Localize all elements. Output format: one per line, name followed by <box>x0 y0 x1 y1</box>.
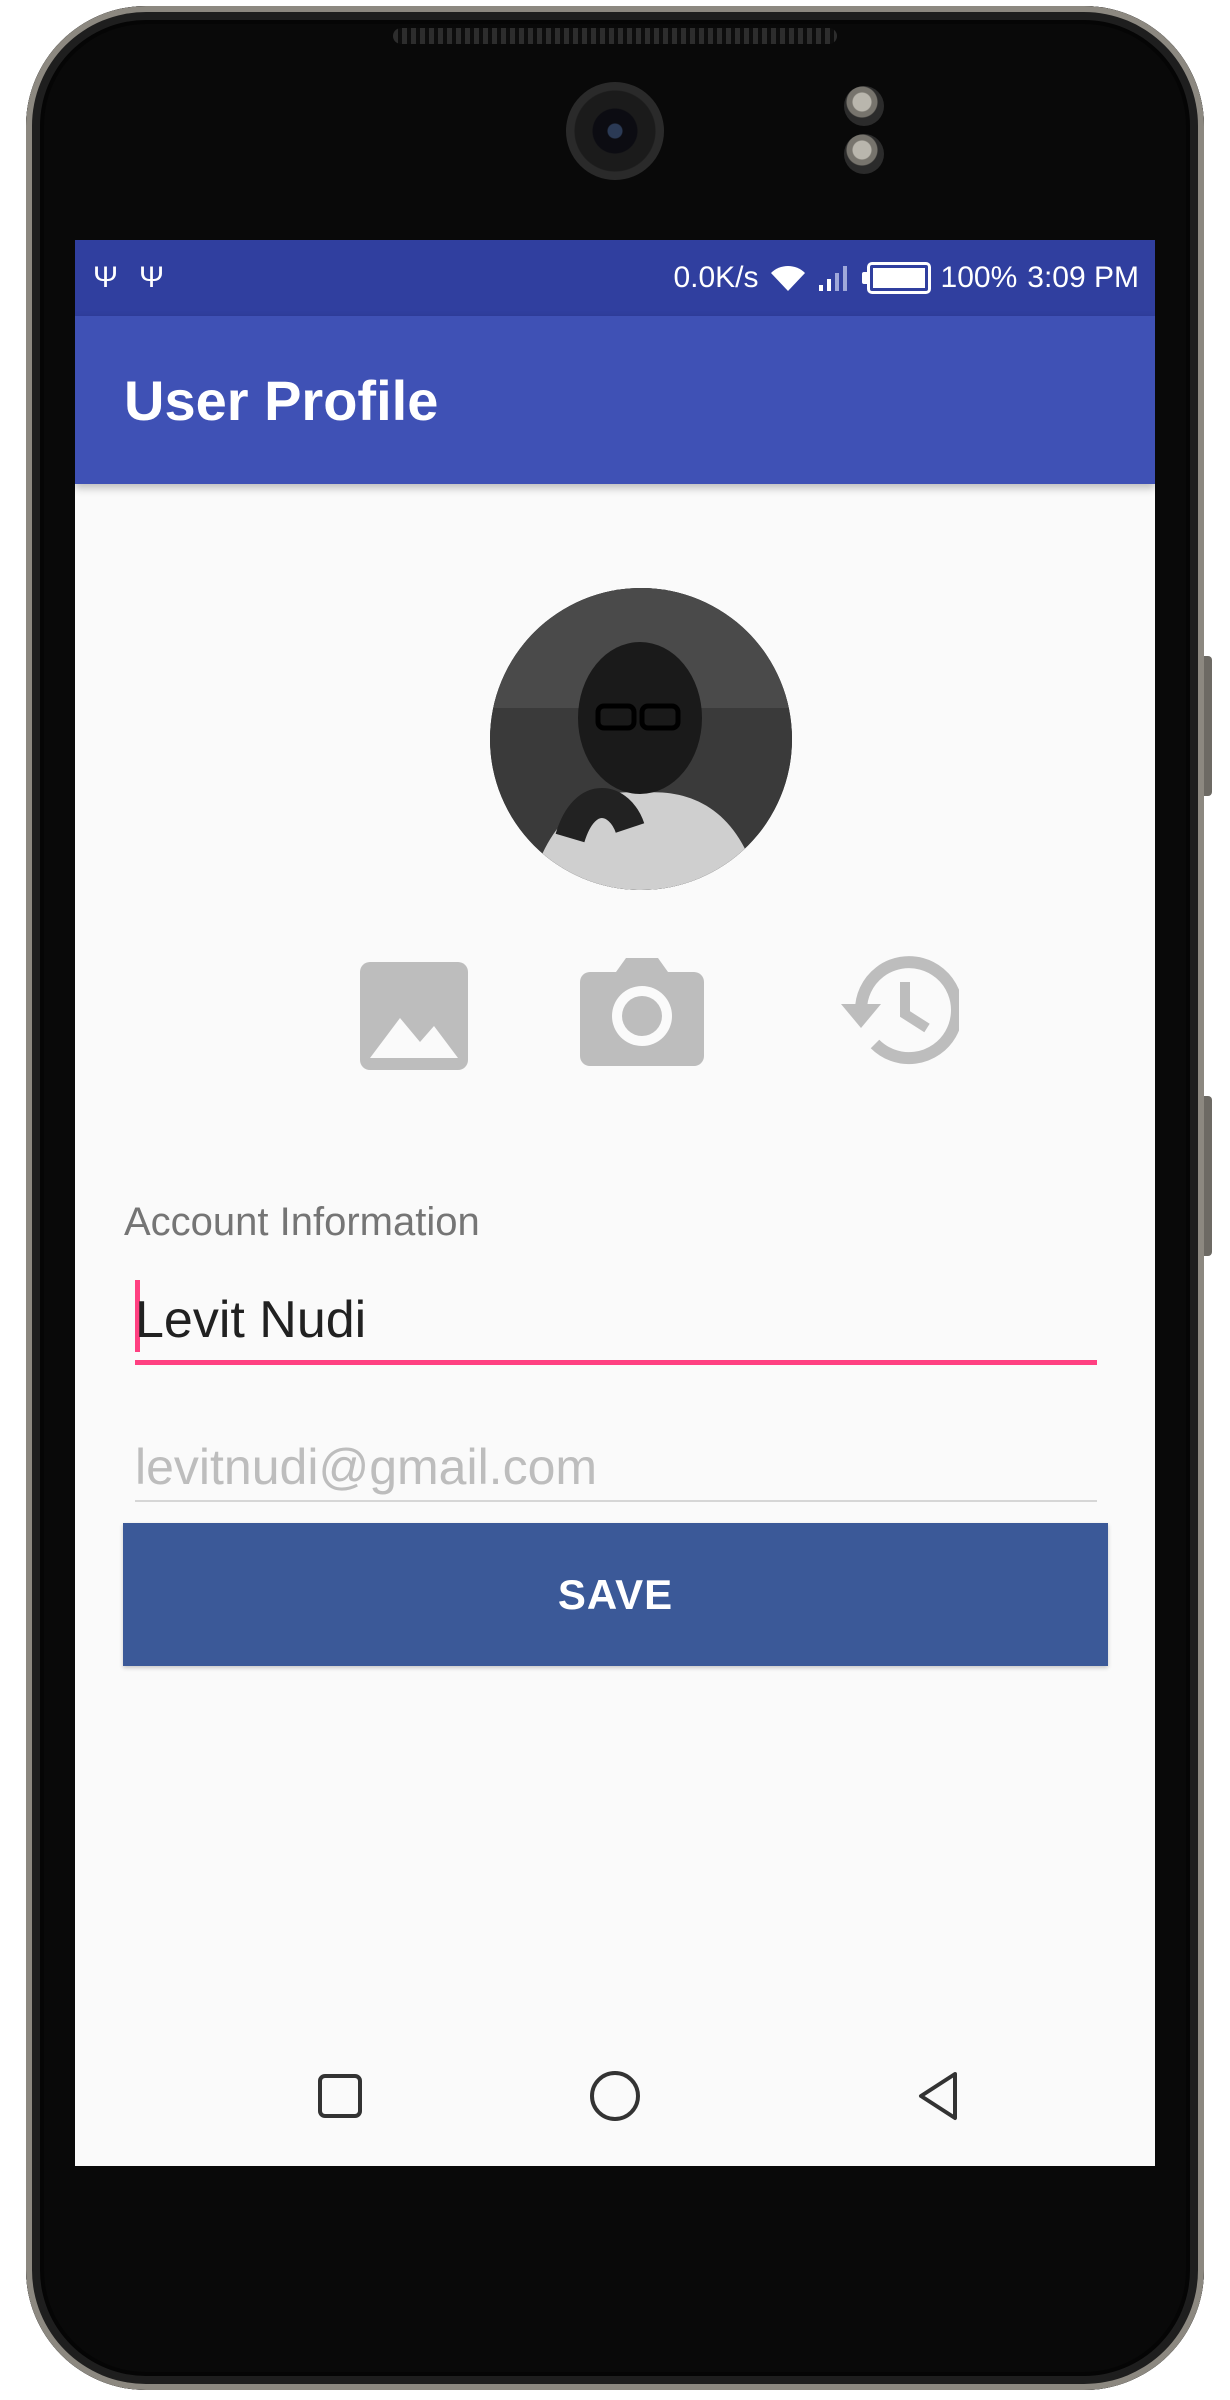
profile-photo <box>490 588 792 890</box>
screen: Ψ Ψ 0.0K/s 100% 3:09 PM User Profile Acc… <box>75 240 1155 2166</box>
home-button[interactable] <box>585 2066 645 2126</box>
battery-icon <box>861 262 931 294</box>
app-bar: User Profile <box>75 316 1155 484</box>
home-icon <box>590 2071 640 2121</box>
signal-icon <box>818 266 847 291</box>
gallery-icon <box>360 962 468 1070</box>
clock: 3:09 PM <box>1027 261 1139 294</box>
camera-button[interactable] <box>580 954 704 1066</box>
status-bar: Ψ Ψ 0.0K/s 100% 3:09 PM <box>75 240 1155 316</box>
phone-frame: Ψ Ψ 0.0K/s 100% 3:09 PM User Profile Acc… <box>26 6 1212 2390</box>
status-right: 0.0K/s 100% 3:09 PM <box>673 258 1139 298</box>
save-button[interactable]: SAVE <box>123 1523 1108 1666</box>
history-icon <box>841 956 963 1065</box>
page-title: User Profile <box>124 369 439 432</box>
name-field[interactable]: Levit Nudi <box>135 1280 1097 1365</box>
volume-button <box>1204 656 1212 796</box>
email-placeholder: levitnudi@gmail.com <box>135 1439 598 1495</box>
wifi-icon <box>770 265 805 291</box>
front-camera <box>566 82 664 180</box>
section-label: Account Information <box>124 1200 480 1244</box>
email-field[interactable]: levitnudi@gmail.com <box>135 1420 1097 1502</box>
camera-icon <box>580 958 704 1066</box>
earpiece-speaker <box>393 28 837 44</box>
usb-icon: Ψ <box>93 261 119 294</box>
name-value: Levit Nudi <box>135 1291 367 1349</box>
power-button <box>1204 1096 1212 1256</box>
light-sensor <box>844 134 884 174</box>
proximity-sensor <box>844 86 884 126</box>
network-speed: 0.0K/s <box>673 261 759 294</box>
history-button[interactable] <box>831 952 963 1068</box>
gallery-button[interactable] <box>358 960 470 1072</box>
recent-apps-button[interactable] <box>310 2066 370 2126</box>
usb-icon: Ψ <box>139 261 165 294</box>
back-button[interactable] <box>909 2066 969 2126</box>
avatar[interactable] <box>490 588 792 890</box>
recent-apps-icon <box>318 2074 362 2118</box>
battery-percent: 100% <box>940 261 1018 294</box>
back-icon <box>919 2072 957 2120</box>
navigation-bar <box>75 2026 1155 2166</box>
